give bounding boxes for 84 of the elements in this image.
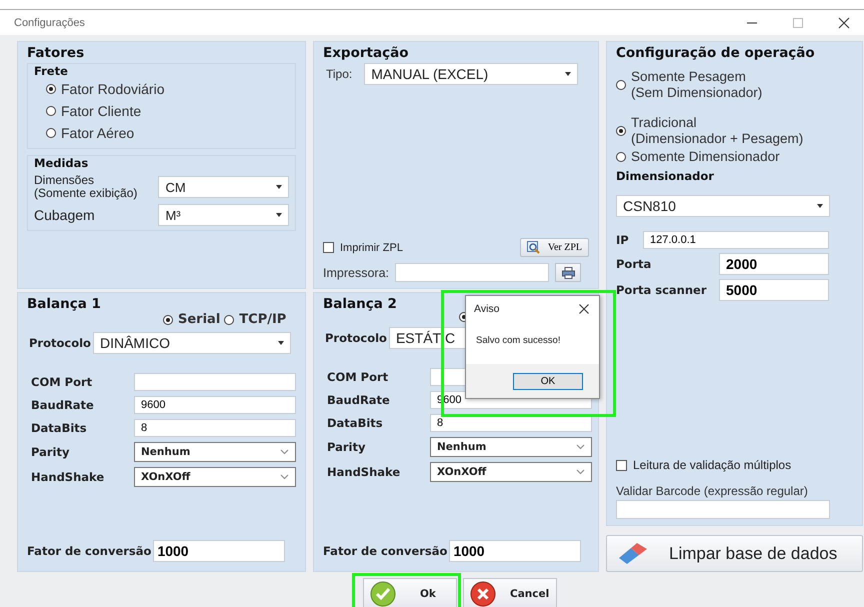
- field-label: Impressora:: [323, 266, 389, 280]
- dialog-title: Aviso: [474, 303, 500, 315]
- field-label: Protocolo: [29, 336, 91, 350]
- text-field[interactable]: [134, 373, 296, 391]
- dropdown[interactable]: CSN810: [616, 195, 830, 217]
- text-field[interactable]: 1000: [153, 540, 286, 562]
- panel-title: Configuração de operação: [616, 45, 815, 61]
- cancel-button[interactable]: Cancel: [463, 578, 557, 607]
- dropdown[interactable]: CM: [158, 176, 289, 198]
- clear-database-button[interactable]: Limpar base de dados: [606, 535, 863, 572]
- group-title: Dimensionador: [616, 169, 714, 183]
- dropdown[interactable]: M³: [158, 204, 289, 226]
- field-label: HandShake: [327, 465, 402, 479]
- radio-option[interactable]: Serial: [163, 312, 220, 327]
- panel-title: Balança 2: [323, 296, 397, 312]
- field-label: Validar Barcode (expressão regular): [616, 484, 809, 498]
- dropdown[interactable]: MANUAL (EXCEL): [364, 63, 578, 85]
- dropdown[interactable]: DINÂMICO: [92, 332, 291, 354]
- dropdown[interactable]: Nenhum: [430, 437, 592, 457]
- radio-option[interactable]: Fator Cliente: [34, 100, 142, 122]
- eraser-icon: [617, 542, 649, 564]
- checkbox[interactable]: Leitura de validação múltiplos: [616, 458, 844, 472]
- ok-button[interactable]: Ok: [363, 578, 457, 607]
- dialog-message: Salvo com sucesso!: [476, 335, 562, 346]
- field-label: Cubagem: [34, 207, 96, 223]
- field-label: Tipo:: [326, 67, 352, 81]
- field-label: IP: [616, 233, 630, 247]
- radio-option[interactable]: Somente Dimensionador: [616, 149, 780, 165]
- field-label: Protocolo: [325, 331, 387, 345]
- group-title: Medidas: [34, 156, 88, 170]
- cross-icon: [470, 581, 496, 607]
- text-field[interactable]: 8: [134, 419, 296, 437]
- radio-option[interactable]: Fator Rodoviário: [34, 78, 164, 100]
- magnifier-icon: [526, 241, 540, 254]
- chevron-down-icon: [280, 474, 289, 480]
- ok-button[interactable]: OK: [513, 372, 583, 390]
- chevron-down-icon: [576, 444, 585, 450]
- field-label: BaudRate: [31, 398, 95, 412]
- text-field[interactable]: 1000: [449, 540, 582, 562]
- dropdown[interactable]: XOnXOff: [430, 462, 592, 482]
- caret-icon: [276, 213, 282, 217]
- radio-option[interactable]: Tradicional (Dimensionador + Pesagem): [616, 115, 804, 147]
- field-label: DataBits: [327, 416, 384, 430]
- printer-field[interactable]: [395, 263, 549, 282]
- field-label: DataBits: [31, 421, 88, 435]
- dropdown[interactable]: XOnXOff: [134, 467, 296, 487]
- panel-title: Fatores: [27, 45, 84, 61]
- group-title: Frete: [34, 64, 68, 78]
- barcode-field[interactable]: [616, 500, 830, 519]
- field-label: BaudRate: [327, 393, 391, 407]
- field-label: Fator de conversão: [27, 544, 152, 558]
- field-label: Porta scanner: [616, 283, 708, 297]
- caret-icon: [276, 185, 282, 189]
- field-label: Porta: [616, 257, 652, 271]
- text-field[interactable]: 5000: [719, 279, 829, 301]
- window-title: Configurações: [14, 16, 85, 28]
- caret-icon: [565, 72, 572, 76]
- close-icon[interactable]: [838, 16, 850, 28]
- close-icon[interactable]: [579, 304, 589, 314]
- panel-title: Exportação: [323, 45, 408, 61]
- caret-icon: [817, 204, 823, 208]
- radio-option[interactable]: Fator Aéreo: [34, 122, 134, 144]
- radio-option[interactable]: TCP/IP: [224, 312, 286, 327]
- checkmark-icon: [370, 581, 396, 607]
- field-label: Parity: [327, 440, 366, 454]
- radio-option[interactable]: Somente Pesagem (Sem Dimensionador): [616, 69, 762, 101]
- view-button[interactable]: Ver ZPL: [520, 238, 589, 257]
- field-label: Fator de conversão: [323, 544, 448, 558]
- field-label: Parity: [31, 445, 70, 459]
- text-field[interactable]: 9600: [134, 396, 296, 414]
- chevron-down-icon: [576, 469, 585, 475]
- checkbox[interactable]: Imprimir ZPL: [323, 242, 403, 254]
- dropdown[interactable]: Nenhum: [134, 442, 296, 462]
- field-label: HandShake: [31, 470, 106, 484]
- printer-button[interactable]: [555, 263, 581, 282]
- text-field[interactable]: 2000: [719, 253, 829, 275]
- field-label: Dimensões (Somente exibição): [34, 174, 138, 200]
- chevron-down-icon: [280, 449, 289, 455]
- printer-icon: [562, 266, 574, 278]
- field-label: COM Port: [31, 375, 94, 389]
- panel-title: Balança 1: [27, 296, 101, 312]
- caret-icon: [278, 341, 284, 345]
- text-field[interactable]: 127.0.0.1: [643, 231, 829, 249]
- field-label: COM Port: [327, 370, 390, 384]
